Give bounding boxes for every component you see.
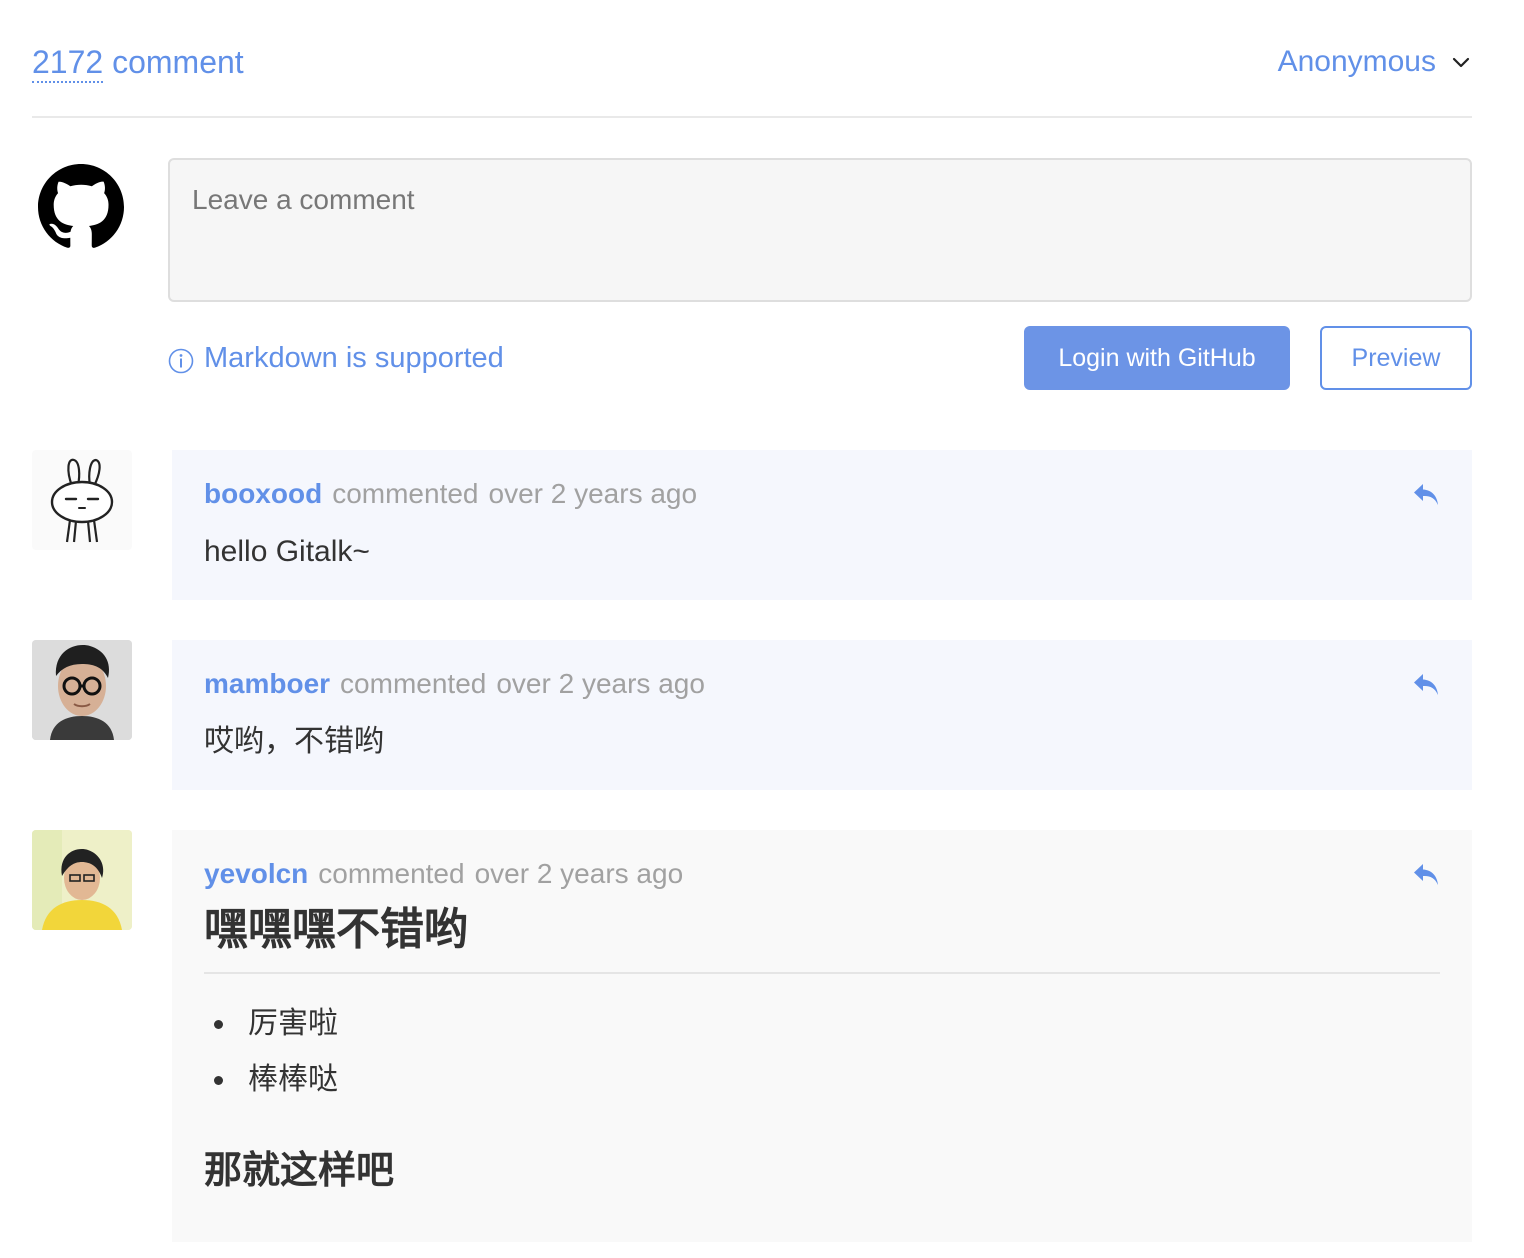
comment-body: 哎哟，不错哟 bbox=[204, 725, 384, 758]
reply-icon[interactable] bbox=[1412, 482, 1440, 508]
person-yellow-avatar[interactable] bbox=[32, 830, 132, 930]
header-divider bbox=[32, 116, 1472, 118]
comment-subheading: 那就这样吧 bbox=[204, 1150, 395, 1192]
login-with-github-button[interactable]: Login with GitHub bbox=[1024, 326, 1290, 390]
comment-header: yevolcn commented over 2 years ago bbox=[204, 854, 1440, 894]
comment-body: hello Gitalk~ bbox=[204, 535, 370, 568]
info-icon bbox=[168, 348, 194, 374]
comment-time: over 2 years ago bbox=[474, 858, 684, 889]
markdown-tip-label: Markdown is supported bbox=[204, 342, 504, 374]
comment-count: 2172 comment bbox=[32, 42, 244, 83]
person-glasses-avatar[interactable] bbox=[32, 640, 132, 740]
gitalk-container: 2172 comment Anonymous Markdown is suppo… bbox=[0, 0, 1524, 1258]
comment-list: 厉害啦 棒棒哒 bbox=[204, 996, 1440, 1108]
preview-button[interactable]: Preview bbox=[1320, 326, 1472, 390]
comment-content: mamboer commented over 2 years ago 哎哟，不错哟 bbox=[172, 640, 1472, 790]
person-glasses-avatar-image bbox=[32, 640, 132, 740]
comment-username[interactable]: yevolcn bbox=[204, 858, 308, 889]
chevron-down-icon bbox=[1452, 57, 1470, 68]
comment-username[interactable]: booxood bbox=[204, 478, 322, 509]
comment-content: yevolcn commented over 2 years ago 嘿嘿嘿不错哟 … bbox=[172, 830, 1472, 1242]
comment-action: commented bbox=[340, 668, 487, 699]
comment-input[interactable] bbox=[168, 158, 1472, 302]
reply-icon[interactable] bbox=[1412, 672, 1440, 698]
markdown-tip-link[interactable]: Markdown is supported bbox=[168, 336, 504, 380]
person-yellow-avatar-image bbox=[32, 830, 132, 930]
comment-count-label: comment bbox=[103, 44, 244, 80]
comment-header: booxood commented over 2 years ago bbox=[204, 474, 1440, 514]
comment-action: commented bbox=[318, 858, 465, 889]
comments-header: 2172 comment Anonymous bbox=[32, 36, 1472, 92]
comment-content: booxood commented over 2 years ago hello G… bbox=[172, 450, 1472, 600]
rabbit-avatar-image bbox=[50, 458, 114, 543]
comment-time: over 2 years ago bbox=[488, 478, 698, 509]
comment-action: commented bbox=[332, 478, 479, 509]
user-menu[interactable]: Anonymous bbox=[1278, 42, 1472, 82]
comment-header: mamboer commented over 2 years ago bbox=[204, 664, 1440, 704]
comment-username[interactable]: mamboer bbox=[204, 668, 330, 699]
comment-count-link[interactable]: 2172 bbox=[32, 44, 104, 83]
github-icon bbox=[38, 164, 124, 248]
comment-heading: 嘿嘿嘿不错哟 bbox=[204, 902, 1440, 974]
user-menu-label: Anonymous bbox=[1277, 45, 1436, 78]
rabbit-avatar[interactable] bbox=[32, 450, 132, 550]
comment-time: over 2 years ago bbox=[496, 668, 705, 699]
list-item: 棒棒哒 bbox=[238, 1052, 1440, 1108]
reply-icon[interactable] bbox=[1412, 862, 1440, 888]
list-item: 厉害啦 bbox=[238, 996, 1440, 1052]
